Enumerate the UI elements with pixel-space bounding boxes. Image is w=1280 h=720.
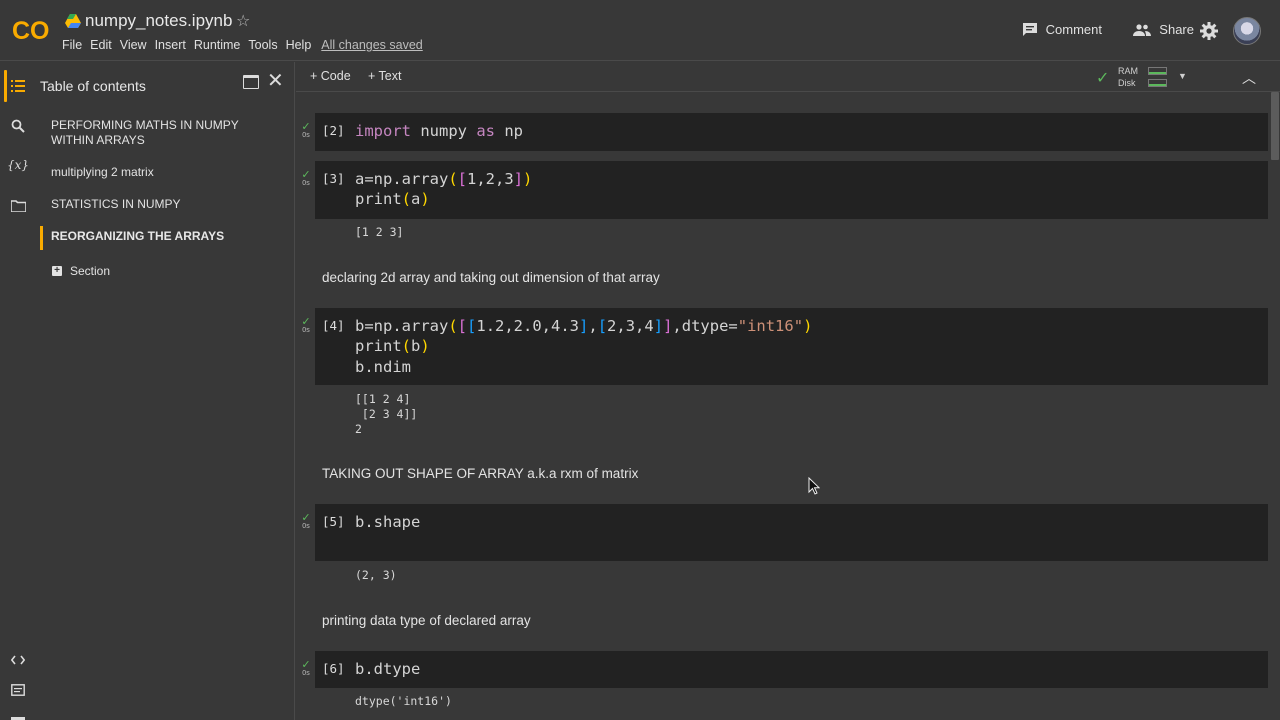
menu-tools[interactable]: Tools: [248, 38, 277, 52]
folder-icon[interactable]: [9, 197, 27, 215]
comment-button[interactable]: Comment: [1022, 22, 1102, 37]
exec-count: [5]: [322, 514, 345, 529]
markdown-cell[interactable]: printing data type of declared array: [322, 613, 531, 628]
plus-icon: +: [52, 266, 62, 276]
cell-output: [[1 2 4] [2 3 4]] 2: [355, 392, 418, 436]
star-icon[interactable]: ☆: [236, 11, 250, 31]
colab-logo[interactable]: CO: [12, 15, 50, 45]
runtime-dropdown-icon[interactable]: ▼: [1178, 71, 1187, 81]
disk-meter: [1148, 79, 1167, 87]
add-section-button[interactable]: + Section: [52, 264, 110, 278]
check-icon: ✓: [301, 659, 311, 671]
cell-run-status[interactable]: ✓ 0s: [300, 317, 312, 335]
code-cell[interactable]: [6] b.dtype: [315, 651, 1268, 688]
terminal-icon[interactable]: [9, 710, 27, 720]
cell-run-status[interactable]: ✓ 0s: [300, 513, 312, 531]
people-icon: [1133, 23, 1152, 36]
toc-item-statistics[interactable]: STATISTICS IN NUMPY: [51, 197, 271, 212]
left-rail: {x}: [0, 62, 34, 720]
code-editor[interactable]: a=np.array([1,2,3]) print(a): [355, 169, 532, 210]
comment-label: Comment: [1045, 22, 1102, 37]
logo-text: CO: [12, 17, 50, 45]
code-snippets-icon[interactable]: [9, 651, 27, 669]
cell-output: (2, 3): [355, 568, 397, 582]
drive-icon[interactable]: [65, 14, 81, 28]
menu-file[interactable]: File: [62, 38, 82, 52]
command-palette-icon[interactable]: [9, 681, 27, 699]
disk-label: Disk: [1118, 78, 1136, 88]
exec-count: [4]: [322, 318, 345, 333]
toc-active-indicator: [40, 226, 43, 250]
menu-edit[interactable]: Edit: [90, 38, 112, 52]
cell-output: [1 2 3]: [355, 225, 404, 239]
markdown-cell[interactable]: TAKING OUT SHAPE OF ARRAY a.k.a rxm of m…: [322, 466, 638, 481]
toc-item-performing-maths[interactable]: PERFORMING MATHS IN NUMPY WITHIN ARRAYS: [51, 118, 271, 148]
chevron-up-icon[interactable]: ︿: [1242, 68, 1256, 88]
check-icon: ✓: [301, 512, 311, 524]
markdown-cell[interactable]: declaring 2d array and taking out dimens…: [322, 270, 660, 285]
code-editor[interactable]: import numpy as np: [355, 121, 523, 141]
notebook-title[interactable]: numpy_notes.ipynb: [85, 11, 232, 31]
comment-icon: [1022, 23, 1037, 36]
scrollbar[interactable]: [1271, 92, 1279, 160]
share-label: Share: [1159, 22, 1194, 37]
menu-help[interactable]: Help: [286, 38, 312, 52]
cell-run-status[interactable]: ✓ 0s: [300, 170, 312, 188]
app-header: CO numpy_notes.ipynb ☆ File Edit View In…: [0, 0, 1280, 61]
exec-count: [3]: [322, 171, 345, 186]
gear-icon[interactable]: [1200, 22, 1218, 40]
code-editor[interactable]: b=np.array([[1.2,2.0,4.3],[2,3,4]],dtype…: [355, 316, 812, 377]
check-icon: ✓: [301, 316, 311, 328]
check-icon: ✓: [301, 169, 311, 181]
add-text-button[interactable]: + Text: [368, 69, 401, 83]
search-icon[interactable]: [9, 117, 27, 135]
close-icon[interactable]: ✕: [267, 71, 284, 91]
toc-item-reorganizing[interactable]: REORGANIZING THE ARRAYS: [51, 229, 271, 244]
cell-output: dtype('int16'): [355, 694, 452, 708]
menu-insert[interactable]: Insert: [155, 38, 186, 52]
code-cell[interactable]: [4] b=np.array([[1.2,2.0,4.3],[2,3,4]],d…: [315, 308, 1268, 385]
code-editor[interactable]: b.dtype: [355, 659, 420, 679]
user-avatar[interactable]: [1233, 17, 1261, 45]
ram-label: RAM: [1118, 66, 1138, 76]
toc-icon[interactable]: [9, 77, 27, 95]
variables-icon[interactable]: {x}: [7, 156, 29, 174]
notebook-toolbar: + Code + Text ✓ RAM Disk ▼ ︿: [296, 62, 1280, 92]
exec-count: [2]: [322, 123, 345, 138]
exec-count: [6]: [322, 661, 345, 676]
menu-view[interactable]: View: [120, 38, 147, 52]
save-status-link[interactable]: All changes saved: [321, 38, 422, 52]
section-label: Section: [70, 264, 111, 278]
cell-run-status[interactable]: ✓ 0s: [300, 122, 312, 140]
toc-panel: Table of contents ✕ PERFORMING MATHS IN …: [34, 62, 295, 720]
cell-run-status[interactable]: ✓ 0s: [300, 660, 312, 678]
ram-meter: [1148, 67, 1167, 75]
code-editor[interactable]: b.shape: [355, 512, 420, 532]
toc-title: Table of contents: [40, 78, 146, 94]
toc-item-multiplying-matrix[interactable]: multiplying 2 matrix: [51, 165, 271, 180]
connected-check-icon: ✓: [1096, 70, 1110, 87]
check-icon: ✓: [301, 121, 311, 133]
code-cell[interactable]: [5] b.shape: [315, 504, 1268, 561]
code-cell[interactable]: [2] import numpy as np: [315, 113, 1268, 151]
code-cell[interactable]: [3] a=np.array([1,2,3]) print(a): [315, 161, 1268, 219]
share-button[interactable]: Share: [1133, 22, 1194, 37]
open-in-tab-icon[interactable]: [243, 75, 259, 89]
add-code-button[interactable]: + Code: [310, 69, 351, 83]
runtime-status[interactable]: ✓ RAM Disk ▼: [1094, 65, 1194, 91]
menu-bar: File Edit View Insert Runtime Tools Help…: [62, 38, 431, 52]
menu-runtime[interactable]: Runtime: [194, 38, 241, 52]
mouse-cursor-icon: [808, 477, 820, 495]
rail-active-indicator: [4, 70, 7, 102]
